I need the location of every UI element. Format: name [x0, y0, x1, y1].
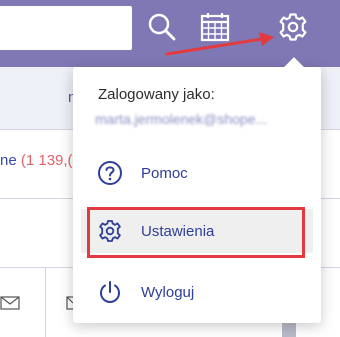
- menu-item-logout[interactable]: Wyloguj: [81, 270, 313, 314]
- menu-item-label: Pomoc: [141, 164, 188, 182]
- menu-item-settings[interactable]: Ustawienia: [81, 209, 313, 253]
- search-input[interactable]: [0, 6, 132, 50]
- logged-in-label: Zalogowany jako:: [98, 86, 215, 103]
- calendar-icon[interactable]: [198, 10, 232, 44]
- user-email: marta.jermolenek@shope...: [95, 111, 268, 127]
- menu-item-help[interactable]: Pomoc: [81, 151, 313, 195]
- power-icon: [97, 279, 123, 305]
- background-count: (1 139,(: [20, 152, 73, 169]
- top-header-bar: [0, 0, 340, 67]
- search-icon[interactable]: [145, 10, 179, 44]
- table-divider: [45, 268, 46, 337]
- user-dropdown-menu: Zalogowany jako: marta.jermolenek@shope.…: [73, 57, 321, 323]
- gear-icon[interactable]: [276, 10, 310, 44]
- help-icon: [97, 160, 123, 186]
- menu-item-label: Ustawienia: [141, 222, 215, 240]
- background-text: ne (1 139,(: [0, 152, 73, 169]
- envelope-icon[interactable]: [0, 295, 20, 311]
- menu-item-label: Wyloguj: [141, 283, 195, 301]
- background-label: ne: [0, 152, 17, 169]
- gear-icon: [97, 218, 123, 244]
